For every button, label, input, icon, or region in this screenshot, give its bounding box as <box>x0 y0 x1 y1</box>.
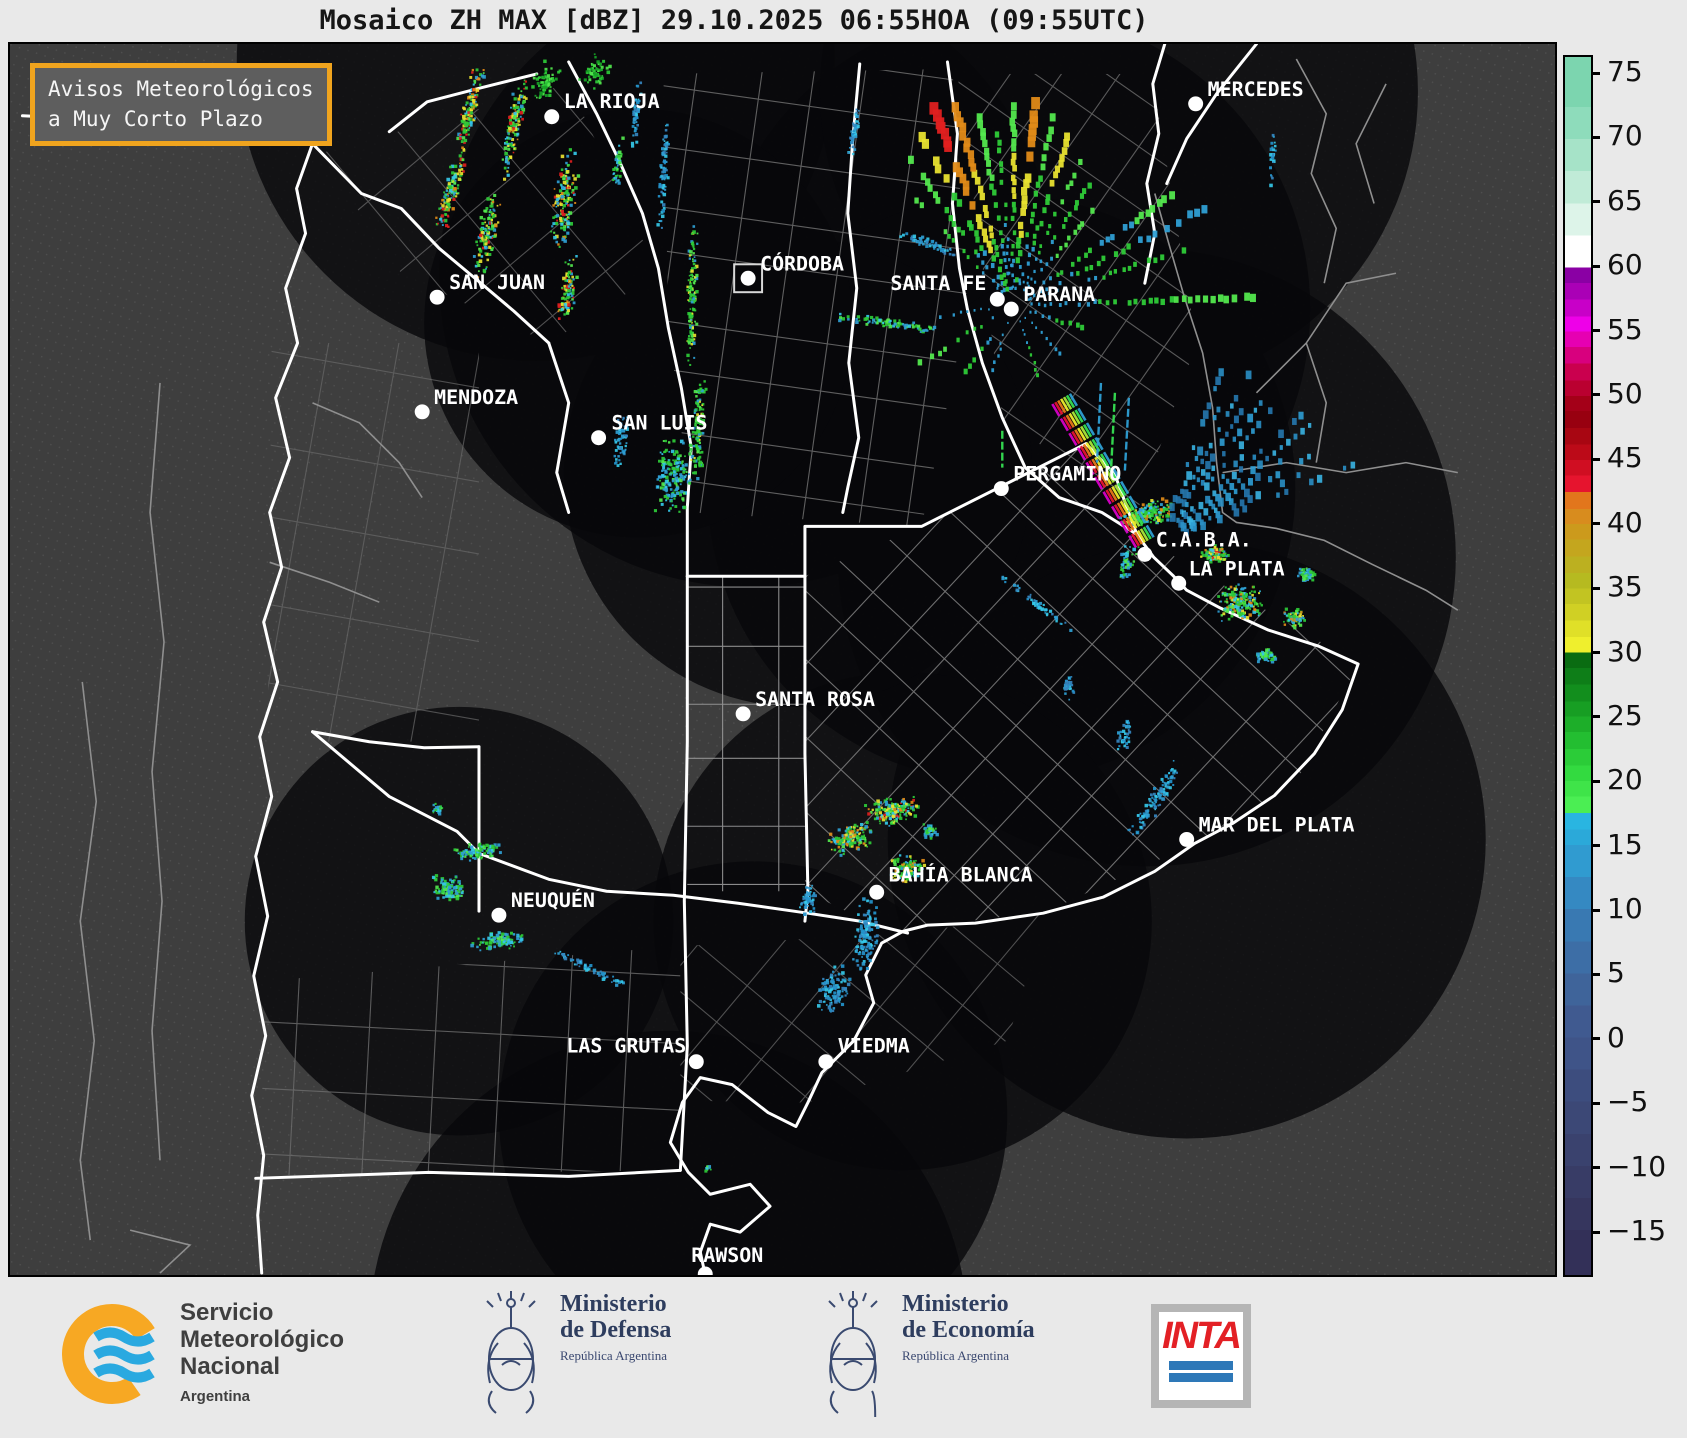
svg-text:VIEDMA: VIEDMA <box>838 1035 910 1058</box>
economia-logo-text: Ministerio de Economía República Argenti… <box>902 1291 1035 1364</box>
warning-badge-line2: a Muy Corto Plazo <box>48 107 263 132</box>
colorbar-tick-label: −10 <box>1607 1149 1667 1183</box>
radar-map-canvas: MERCEDES LA RIOJA CÓRDOBA SAN JUAN SANTA FE P… <box>10 44 1555 1275</box>
colorbar-tick-label: 5 <box>1607 956 1625 990</box>
svg-text:SANTA ROSA: SANTA ROSA <box>755 688 875 711</box>
economia-title: Ministerio <box>902 1291 1009 1317</box>
colorbar-tick <box>1591 1037 1600 1041</box>
svg-text:BAHÍA BLANCA: BAHÍA BLANCA <box>889 863 1033 886</box>
smn-logo-icon <box>62 1304 162 1404</box>
svg-text:MENDOZA: MENDOZA <box>434 386 518 409</box>
colorbar-tick-label: 60 <box>1607 248 1643 282</box>
colorbar-tick-label: −5 <box>1607 1085 1649 1119</box>
smn-line1: Servicio <box>180 1299 274 1326</box>
colorbar-tick-label: 35 <box>1607 570 1643 604</box>
svg-text:NEUQUÉN: NEUQUÉN <box>511 889 595 912</box>
colorbar <box>1563 55 1593 1277</box>
colorbar-tick-label: 55 <box>1607 312 1643 346</box>
svg-text:MAR DEL PLATA: MAR DEL PLATA <box>1199 813 1355 836</box>
colorbar-tick <box>1591 1101 1600 1105</box>
svg-text:LAS GRUTAS: LAS GRUTAS <box>566 1035 686 1058</box>
colorbar-tick-label: 45 <box>1607 441 1643 475</box>
colorbar-tick-label: 25 <box>1607 698 1643 732</box>
colorbar-tick <box>1591 393 1600 397</box>
svg-text:MERCEDES: MERCEDES <box>1208 78 1304 101</box>
colorbar-tick-label: 50 <box>1607 376 1643 410</box>
colorbar-tick-label: 15 <box>1607 827 1643 861</box>
defensa-title: Ministerio <box>560 1291 667 1317</box>
colorbar-tick-label: 40 <box>1607 505 1643 539</box>
svg-text:PERGAMINO: PERGAMINO <box>1013 463 1121 486</box>
warning-badge-line1: Avisos Meteorológicos <box>48 77 314 101</box>
svg-text:SAN LUIS: SAN LUIS <box>612 412 708 435</box>
inta-wordmark: INTA <box>1162 1315 1242 1357</box>
economia-subtitle: de Economía <box>902 1317 1035 1343</box>
svg-text:SANTA FE: SANTA FE <box>890 272 986 295</box>
colorbar-tick-label: 0 <box>1607 1020 1625 1054</box>
colorbar-tick-label: 20 <box>1607 763 1643 797</box>
inta-bar-1 <box>1169 1361 1233 1370</box>
colorbar-tick <box>1591 651 1600 654</box>
colorbar-tick <box>1591 522 1600 526</box>
colorbar-tick <box>1591 200 1600 204</box>
svg-text:LA PLATA: LA PLATA <box>1189 557 1285 580</box>
colorbar-tick <box>1591 715 1600 719</box>
svg-text:CÓRDOBA: CÓRDOBA <box>760 251 844 275</box>
colorbar-tick <box>1591 1166 1600 1170</box>
defensa-caption: República Argentina <box>560 1348 667 1363</box>
colorbar-tick <box>1591 329 1600 333</box>
svg-text:PARANA: PARANA <box>1023 283 1095 306</box>
colorbar-tick-label: −15 <box>1607 1214 1667 1248</box>
defensa-logo-text: Ministerio de Defensa República Argentin… <box>560 1291 671 1364</box>
colorbar-tick <box>1591 135 1600 139</box>
inta-logo: INTA <box>1151 1304 1251 1408</box>
smn-line3: Nacional <box>180 1353 281 1380</box>
colorbar-tick-label: 30 <box>1607 634 1643 668</box>
warning-badge: Avisos Meteorológicos a Muy Corto Plazo <box>30 63 332 146</box>
page-title: Mosaico ZH MAX [dBZ] 29.10.2025 06:55HOA… <box>319 5 1149 36</box>
economia-caption: República Argentina <box>902 1348 1009 1363</box>
radar-map: MERCEDES LA RIOJA CÓRDOBA SAN JUAN SANTA FE P… <box>8 42 1557 1277</box>
smn-logo-text: Servicio Meteorológico Nacional Argentin… <box>180 1299 344 1410</box>
colorbar-tick <box>1591 457 1600 461</box>
colorbar-tick <box>1591 71 1600 75</box>
colorbar-tick <box>1591 844 1600 848</box>
colorbar-tick-label: 10 <box>1607 892 1643 926</box>
inta-logo-inner: INTA <box>1159 1312 1243 1400</box>
svg-text:SAN JUAN: SAN JUAN <box>449 271 545 294</box>
colorbar-tick <box>1591 1230 1600 1234</box>
colorbar-tick-label: 75 <box>1607 55 1643 88</box>
defensa-subtitle: de Defensa <box>560 1317 672 1343</box>
svg-text:LA RIOJA: LA RIOJA <box>564 90 660 113</box>
smn-country: Argentina <box>180 1388 251 1405</box>
footer-logos: Servicio Meteorológico Nacional Argentin… <box>0 1277 1687 1438</box>
svg-text:C.A.B.A.: C.A.B.A. <box>1156 528 1252 551</box>
colorbar-tick-label: 70 <box>1607 119 1643 153</box>
radar-mosaic-page: Mosaico ZH MAX [dBZ] 29.10.2025 06:55HOA… <box>0 0 1687 1438</box>
economia-coat-of-arms-icon <box>828 1291 878 1417</box>
colorbar-tick-label: 65 <box>1607 183 1643 217</box>
smn-line2: Meteorológico <box>180 1326 345 1353</box>
colorbar-tick <box>1591 908 1600 912</box>
defensa-coat-of-arms-icon <box>486 1291 536 1414</box>
inta-bar-2 <box>1169 1373 1233 1382</box>
colorbar-tick <box>1591 972 1600 976</box>
colorbar-tick <box>1591 779 1600 783</box>
colorbar-tick <box>1591 264 1600 268</box>
svg-text:RAWSON: RAWSON <box>691 1244 763 1267</box>
colorbar-tick <box>1591 586 1600 590</box>
